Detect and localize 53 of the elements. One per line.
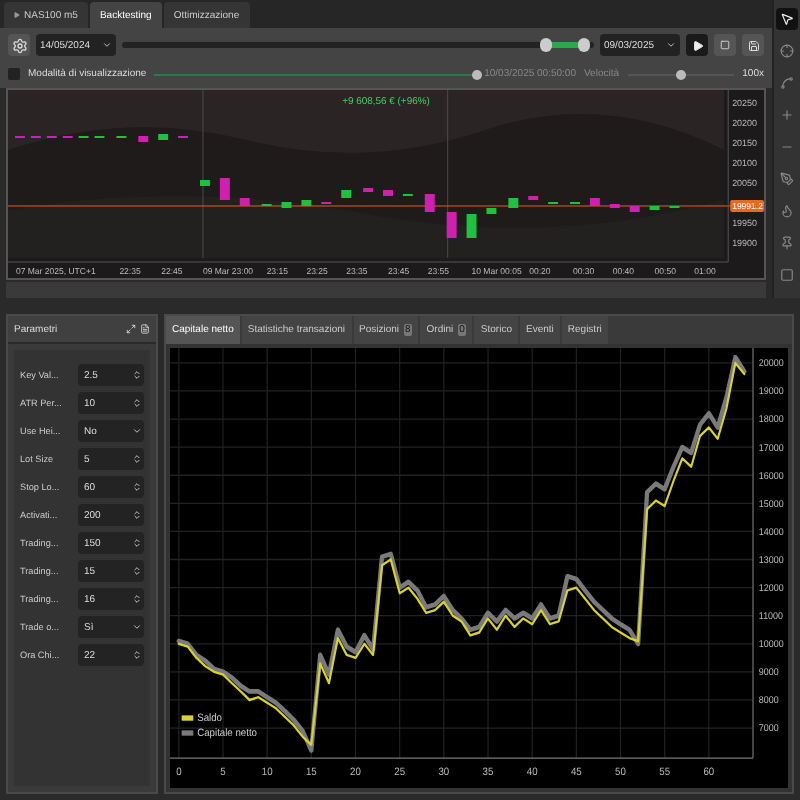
candle: [424, 194, 435, 212]
candle: [239, 198, 250, 206]
save-icon: [747, 39, 759, 51]
spinner-icon: [132, 398, 142, 408]
candle: [301, 200, 312, 206]
spinner-icon: [132, 482, 142, 492]
play-button[interactable]: [686, 34, 708, 56]
pin-icon[interactable]: [776, 232, 798, 254]
chevron-icon: [132, 622, 142, 632]
play-icon: [691, 39, 703, 51]
stop-icon: [720, 40, 730, 50]
candle: [466, 214, 477, 238]
candle: [446, 212, 457, 238]
candle: [158, 134, 169, 140]
spinner-icon: [132, 650, 142, 660]
checkbox[interactable]: [8, 68, 20, 80]
spinner-icon: [132, 510, 142, 520]
candle: [383, 190, 393, 196]
square-icon[interactable]: [776, 264, 798, 286]
candle: [589, 198, 600, 206]
curve-icon[interactable]: [776, 72, 798, 94]
range-handle[interactable]: [578, 38, 591, 52]
candle: [200, 180, 210, 186]
candle: [219, 178, 230, 200]
spinner-icon: [132, 454, 142, 464]
candle: [486, 208, 497, 214]
playback-handle[interactable]: [471, 69, 482, 79]
candle: [629, 206, 640, 212]
expand-icon[interactable]: [126, 324, 136, 334]
triangle-icon: [14, 12, 20, 18]
cursor-icon[interactable]: [776, 8, 798, 30]
pen-icon[interactable]: [776, 168, 798, 190]
flame-icon[interactable]: [776, 200, 798, 222]
crosshair-icon[interactable]: [776, 40, 798, 62]
document-icon[interactable]: [140, 324, 150, 334]
chevron-icon: [666, 40, 676, 50]
spinner-icon: [132, 538, 142, 548]
scrollbar[interactable]: [6, 282, 766, 298]
settings-button[interactable]: [8, 34, 30, 56]
candle: [281, 202, 292, 208]
range-handle[interactable]: [540, 38, 553, 52]
candle: [138, 136, 149, 142]
chevron-icon: [102, 40, 112, 50]
save-button[interactable]: [742, 34, 764, 56]
stop-button[interactable]: [714, 34, 736, 56]
spinner-icon: [132, 370, 142, 380]
candle: [508, 198, 519, 208]
candle: [341, 190, 352, 198]
spinner-icon: [132, 566, 142, 576]
speed-handle[interactable]: [675, 69, 686, 79]
plus-icon[interactable]: [776, 104, 798, 126]
spinner-icon: [132, 594, 142, 604]
chevron-icon: [132, 426, 142, 436]
